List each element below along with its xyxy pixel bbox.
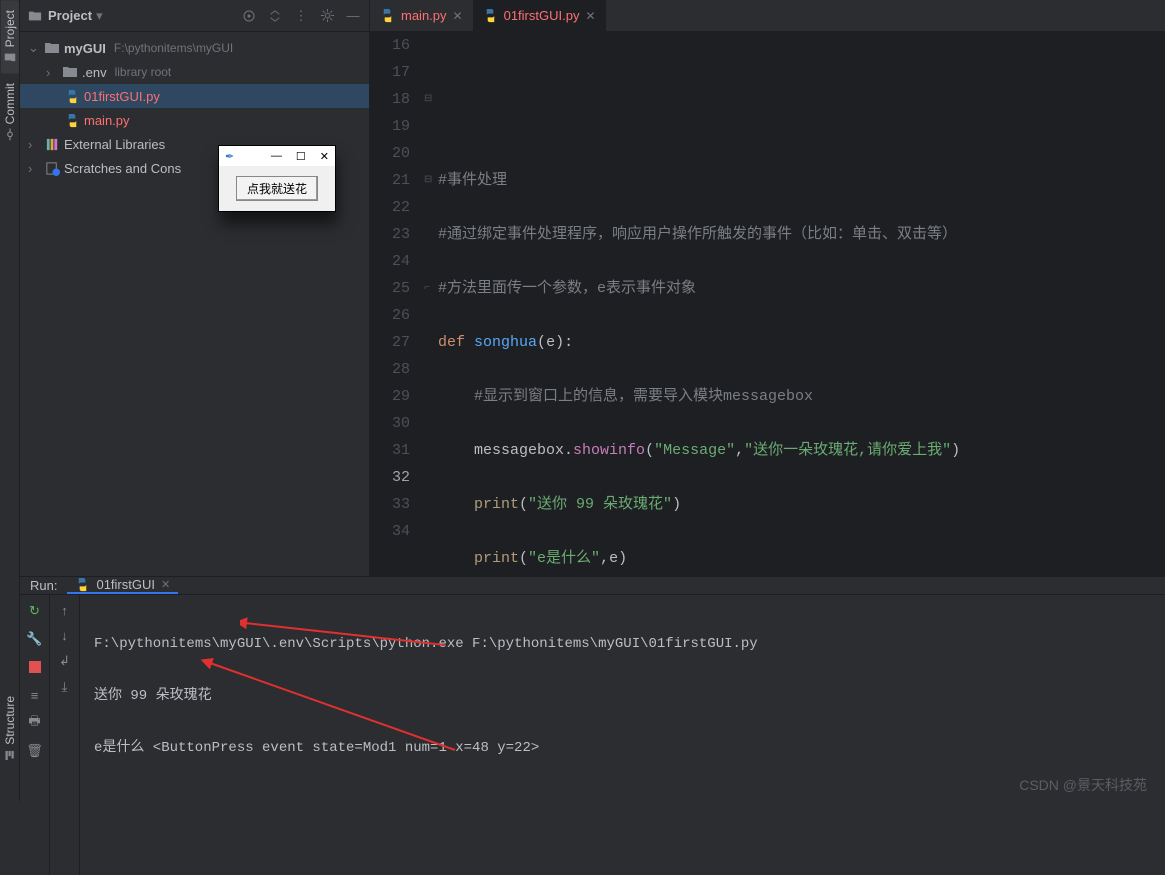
line-gutter: 16171819202122232425262728293031323334	[370, 32, 424, 576]
python-file-icon	[64, 112, 80, 128]
run-tools-secondary: ↑ ↓ ↲ ⤓	[50, 595, 80, 875]
rail-tab-structure[interactable]: Structure	[1, 686, 19, 771]
run-tools-primary: ↻ 🔧 ≡ 🖶 🗑	[20, 595, 50, 875]
minimize-icon[interactable]: —	[271, 150, 282, 162]
structure-icon	[4, 749, 16, 761]
editor-area: main.py ✕ 01firstGUI.py ✕ 16171819202122…	[370, 0, 1165, 576]
tree-node-file[interactable]: 01firstGUI.py	[20, 84, 369, 108]
tk-titlebar: ✒ — ☐ ✕	[219, 146, 335, 166]
tree-node-root[interactable]: ⌄ myGUI F:\pythonitems\myGUI	[20, 36, 369, 60]
rail-tab-label: Project	[3, 10, 17, 47]
run-label: Run:	[30, 578, 57, 593]
close-icon[interactable]: ✕	[320, 150, 329, 163]
trash-icon[interactable]: 🗑	[27, 743, 43, 759]
tree-path: F:\pythonitems\myGUI	[114, 41, 233, 55]
project-panel: Project ▾ ⋮ — ⌄ myGUI F:\py	[20, 0, 370, 576]
code-content: #事件处理 #通过绑定事件处理程序，响应用户操作所触发的事件（比如：单击、双击等…	[438, 32, 1165, 576]
tree-label: External Libraries	[64, 137, 165, 152]
folder-icon	[44, 40, 60, 56]
run-tab-label: 01firstGUI	[96, 577, 155, 592]
python-file-icon	[64, 88, 80, 104]
python-file-icon	[483, 8, 498, 23]
rerun-icon[interactable]: ↻	[27, 603, 43, 619]
remove-icon[interactable]: ≡	[27, 687, 43, 703]
scroll-icon[interactable]: ⤓	[62, 679, 68, 695]
rail-tab-project[interactable]: Project	[1, 0, 19, 73]
library-icon	[44, 136, 60, 152]
close-icon[interactable]: ✕	[453, 9, 463, 23]
console-output[interactable]: F:\pythonitems\myGUI\.env\Scripts\python…	[80, 595, 1165, 875]
python-file-icon	[380, 8, 395, 23]
run-panel-header: Run: 01firstGUI ✕	[20, 577, 1165, 595]
fold-gutter: ⊟ ⊟ ⌐	[424, 32, 438, 576]
tree-label: 01firstGUI.py	[84, 89, 160, 104]
target-icon[interactable]	[241, 8, 257, 24]
commit-icon	[4, 129, 16, 141]
code-editor[interactable]: 16171819202122232425262728293031323334 ⊟…	[370, 32, 1165, 576]
tree-label: myGUI	[64, 41, 106, 56]
left-tool-rail: Project Commit Structure	[0, 0, 20, 801]
tab-label: 01firstGUI.py	[504, 8, 580, 23]
expand-all-icon[interactable]	[267, 8, 283, 24]
minimize-icon[interactable]: —	[345, 8, 361, 24]
panel-title: Project	[48, 8, 92, 23]
editor-tabs: main.py ✕ 01firstGUI.py ✕	[370, 0, 1165, 32]
scratches-icon	[44, 160, 60, 176]
project-panel-header: Project ▾ ⋮ —	[20, 0, 369, 32]
tree-hint: library root	[115, 65, 172, 79]
wrench-icon[interactable]: 🔧	[27, 631, 43, 647]
print-icon[interactable]: 🖶	[27, 715, 43, 731]
more-icon[interactable]: ⋮	[293, 8, 309, 24]
chevron-down-icon[interactable]: ▾	[96, 8, 103, 24]
tree-label: .env	[82, 65, 107, 80]
run-tab[interactable]: 01firstGUI ✕	[67, 577, 178, 594]
run-panel: Run: 01firstGUI ✕ ↻ 🔧 ≡ 🖶 🗑 ↑	[20, 576, 1165, 801]
chevron-right-icon: ›	[46, 65, 58, 80]
chevron-right-icon: ›	[28, 161, 40, 176]
tk-window[interactable]: ✒ — ☐ ✕ 点我就送花	[218, 145, 336, 212]
tree-node-file[interactable]: main.py	[20, 108, 369, 132]
tk-icon: ✒	[225, 150, 234, 163]
chevron-down-icon: ⌄	[28, 40, 40, 56]
rail-tab-commit[interactable]: Commit	[1, 73, 19, 150]
down-icon[interactable]: ↓	[61, 628, 68, 643]
tree-label: Scratches and Cons	[64, 161, 181, 176]
tree-node-env[interactable]: › .env library root	[20, 60, 369, 84]
wrap-icon[interactable]: ↲	[59, 653, 70, 669]
folder-icon	[28, 9, 42, 23]
annotation-arrow-icon	[200, 655, 460, 755]
rail-tab-label: Commit	[3, 83, 17, 124]
stop-icon[interactable]	[27, 659, 43, 675]
annotation-arrow-icon	[240, 615, 450, 650]
watermark: CSDN @景天科技苑	[1019, 775, 1147, 795]
editor-tab[interactable]: main.py ✕	[370, 0, 473, 31]
editor-tab[interactable]: 01firstGUI.py ✕	[473, 0, 606, 31]
chevron-right-icon: ›	[28, 137, 40, 152]
gear-icon[interactable]	[319, 8, 335, 24]
tree-label: main.py	[84, 113, 130, 128]
up-icon[interactable]: ↑	[61, 603, 68, 618]
folder-icon	[4, 51, 16, 63]
close-icon[interactable]: ✕	[161, 578, 170, 591]
close-icon[interactable]: ✕	[585, 9, 595, 23]
rail-tab-label: Structure	[3, 696, 17, 745]
folder-icon	[62, 64, 78, 80]
tab-label: main.py	[401, 8, 447, 23]
tk-button[interactable]: 点我就送花	[236, 176, 318, 201]
python-file-icon	[75, 577, 90, 592]
maximize-icon[interactable]: ☐	[296, 150, 306, 163]
